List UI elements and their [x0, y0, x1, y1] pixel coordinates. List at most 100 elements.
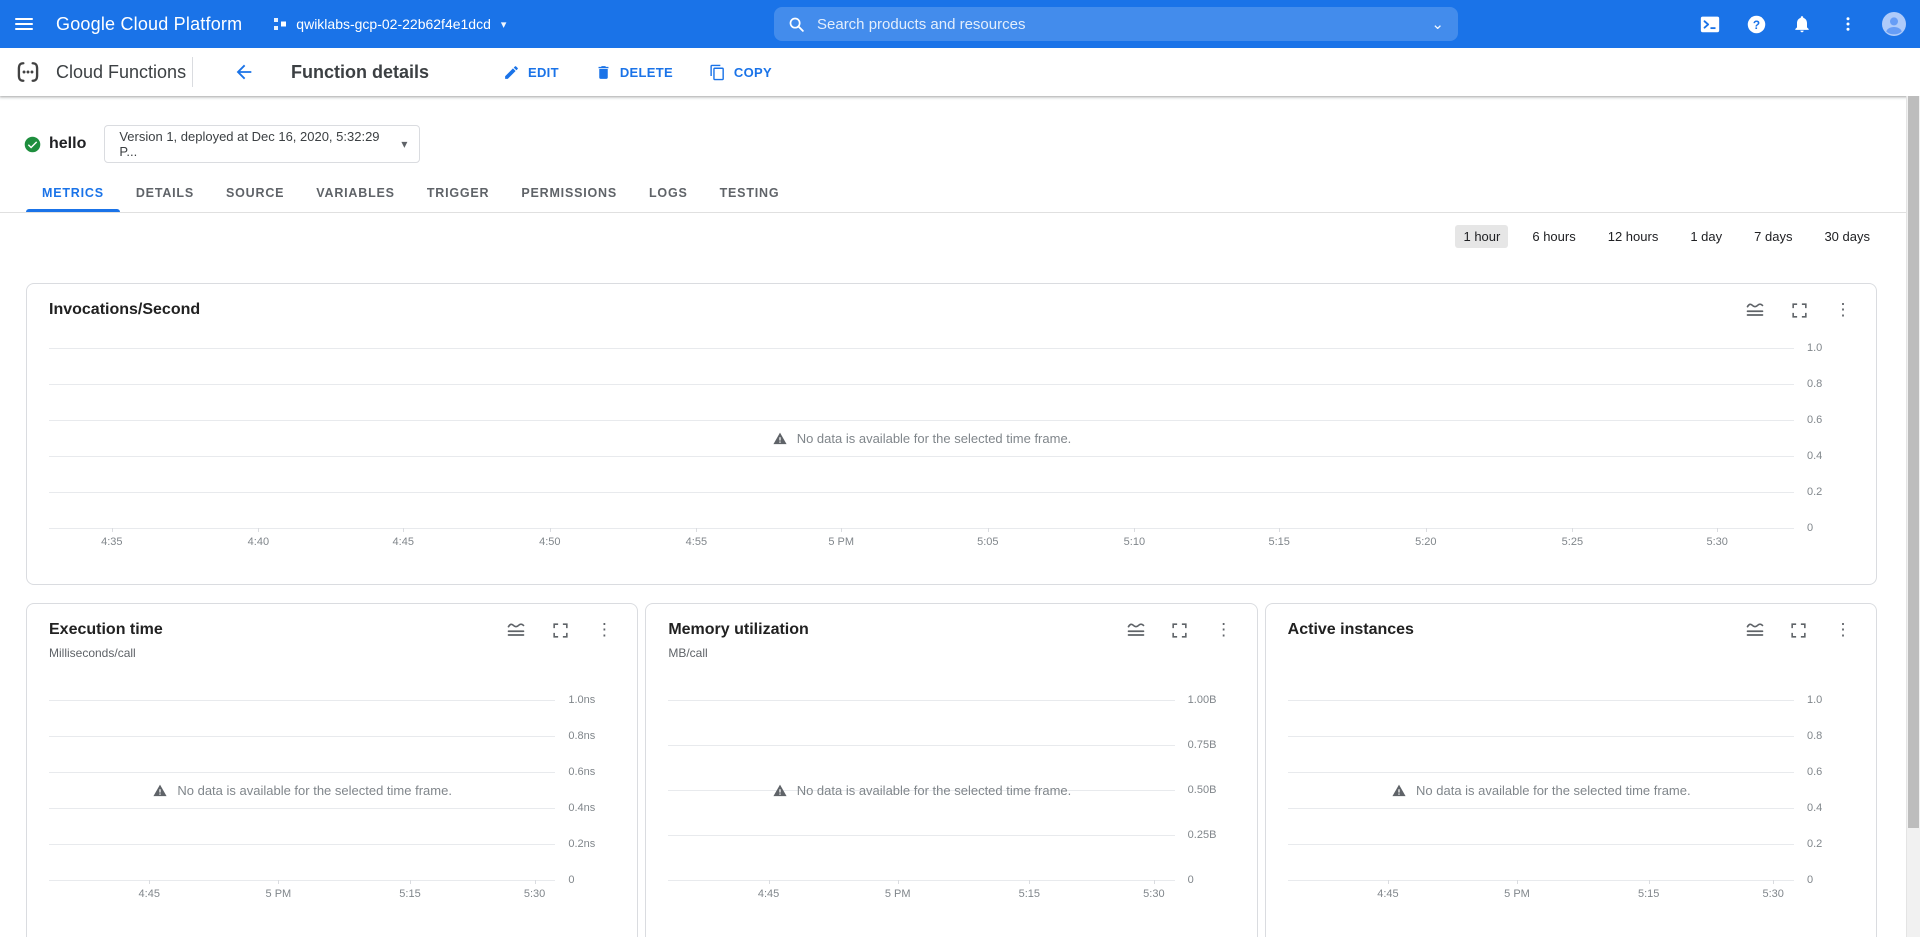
chart-x-axis: 4:35 4:40 4:45 4:50 4:55 5 PM 5:05 5:10 5:15 5:20… [49, 528, 1794, 551]
gcp-logo[interactable]: Google Cloud Platform [56, 14, 242, 35]
fullscreen-icon[interactable] [1788, 299, 1810, 321]
notifications-bell-icon[interactable] [1790, 12, 1814, 36]
x-tick-mark [1648, 880, 1650, 884]
chart-card-invocations-second: Invocations/Second ⋮ No data is availabl… [26, 283, 1877, 585]
avatar[interactable] [1882, 12, 1906, 36]
y-tick-label: 0.4 [1807, 450, 1823, 462]
x-tick-mark [768, 880, 770, 884]
time-range-1-hour[interactable]: 1 hour [1455, 224, 1509, 248]
tab-bar-rule [0, 212, 1920, 213]
project-selector[interactable]: qwiklabs-gcp-02-22b62f4e1dcd ▾ [272, 16, 506, 32]
x-tick-mark [1029, 880, 1031, 884]
chart-type-icon[interactable] [1125, 619, 1147, 641]
scrollbar-thumb[interactable] [1908, 96, 1919, 828]
chart-actions: ⋮ [1125, 619, 1235, 641]
chart-subtitle: Milliseconds/call [49, 646, 136, 660]
y-tick-label: 0 [1807, 522, 1814, 534]
fullscreen-icon[interactable] [549, 619, 571, 641]
x-tick-label: 4:50 [539, 536, 561, 548]
chart-menu-kebab-icon[interactable]: ⋮ [1213, 619, 1235, 641]
chart-type-icon[interactable] [1744, 299, 1766, 321]
no-data-banner: No data is available for the selected ti… [668, 700, 1174, 880]
project-name: qwiklabs-gcp-02-22b62f4e1dcd [296, 16, 491, 32]
caret-down-icon: ▾ [401, 137, 408, 151]
chart-type-icon[interactable] [1744, 619, 1766, 641]
chart-subtitle: MB/call [668, 646, 708, 660]
x-tick-label: 5:10 [1123, 536, 1146, 548]
tab-variables[interactable]: VARIABLES [300, 174, 411, 212]
chart-card-active-instances: Active instances ⋮ No data is available … [1264, 603, 1877, 937]
x-tick-label: 5:15 [1268, 536, 1290, 548]
x-tick-mark [1153, 880, 1155, 884]
chart-x-axis: 4:45 5 PM 5:15 5:30 [49, 880, 555, 903]
tab-logs[interactable]: LOGS [633, 174, 704, 212]
tab-permissions[interactable]: PERMISSIONS [505, 174, 633, 212]
tab-details[interactable]: DETAILS [120, 174, 210, 212]
help-icon[interactable]: ? [1744, 12, 1768, 36]
version-dropdown[interactable]: Version 1, deployed at Dec 16, 2020, 5:3… [104, 125, 421, 163]
x-tick-label: 5:15 [1637, 888, 1660, 900]
cloud-shell-icon[interactable] [1698, 12, 1722, 36]
search-input[interactable] [817, 15, 1422, 33]
page-scrollbar [1906, 96, 1920, 937]
time-range-7-days[interactable]: 7 days [1746, 225, 1800, 248]
chart-actions: ⋮ [1744, 299, 1854, 321]
delete-label: DELETE [619, 64, 673, 80]
time-range-1-day[interactable]: 1 day [1682, 225, 1730, 248]
chart-menu-kebab-icon[interactable]: ⋮ [1832, 299, 1854, 321]
chart-title: Active instances [1287, 621, 1414, 638]
y-tick-label: 0 [1806, 874, 1814, 886]
y-tick-label: 0.50B [1187, 784, 1217, 796]
fullscreen-icon[interactable] [1788, 619, 1810, 641]
delete-button[interactable]: DELETE [595, 64, 673, 81]
copy-icon [710, 64, 724, 80]
no-data-banner: No data is available for the selected ti… [1288, 700, 1794, 880]
x-tick-mark [841, 528, 843, 532]
x-tick-mark [1134, 528, 1136, 532]
x-tick-mark [534, 880, 536, 884]
chart-subtitle [49, 326, 1876, 342]
tab-testing[interactable]: TESTING [704, 174, 796, 212]
function-name-block: hello [24, 135, 86, 153]
back-arrow-icon[interactable] [233, 60, 257, 84]
x-tick-label: 5 PM [265, 888, 292, 900]
y-tick-label: 1.0 [1807, 342, 1823, 354]
time-range-6-hours[interactable]: 6 hours [1524, 225, 1583, 248]
hamburger-menu-icon[interactable] [0, 0, 48, 48]
chart-x-axis: 4:45 5 PM 5:15 5:30 [668, 880, 1174, 903]
no-data-text: No data is available for the selected ti… [1416, 782, 1691, 798]
tab-metrics[interactable]: METRICS [26, 174, 120, 212]
x-tick-label: 4:45 [392, 536, 414, 548]
tab-trigger[interactable]: TRIGGER [411, 174, 506, 212]
y-tick-label: 1.0ns [568, 694, 596, 706]
y-tick-label: 0.8 [1806, 730, 1823, 742]
chart-menu-kebab-icon[interactable]: ⋮ [593, 619, 615, 641]
global-search[interactable]: ⌄ [774, 7, 1458, 41]
chart-type-icon[interactable] [505, 619, 527, 641]
copy-button[interactable]: COPY [709, 64, 772, 81]
service-crumb[interactable]: Cloud Functions [0, 58, 192, 86]
tab-source[interactable]: SOURCE [210, 174, 300, 212]
x-tick-mark [1425, 528, 1427, 532]
edit-button[interactable]: EDIT [503, 64, 559, 81]
fullscreen-icon[interactable] [1169, 619, 1191, 641]
y-tick-label: 0.6 [1807, 414, 1823, 426]
more-options-kebab-icon[interactable] [1836, 12, 1860, 36]
y-tick-label: 0.4 [1806, 802, 1823, 814]
chart-plot-area: No data is available for the selected ti… [49, 694, 595, 886]
service-name: Cloud Functions [56, 61, 187, 82]
divider [192, 57, 193, 87]
svg-text:?: ? [1752, 17, 1759, 31]
warning-icon [773, 432, 787, 444]
chevron-down-icon[interactable]: ⌄ [1431, 15, 1444, 33]
function-name: hello [49, 135, 87, 152]
time-range-30-days[interactable]: 30 days [1816, 225, 1878, 248]
x-tick-label: 5:30 [1762, 888, 1784, 900]
time-range-12-hours[interactable]: 12 hours [1600, 225, 1667, 248]
chart-menu-kebab-icon[interactable]: ⋮ [1832, 619, 1854, 641]
caret-down-icon: ▾ [500, 18, 507, 31]
version-dropdown-value: Version 1, deployed at Dec 16, 2020, 5:3… [119, 129, 380, 159]
cloud-functions-icon [17, 62, 39, 82]
chart-title: Execution time [49, 621, 163, 638]
project-icon [274, 18, 287, 30]
